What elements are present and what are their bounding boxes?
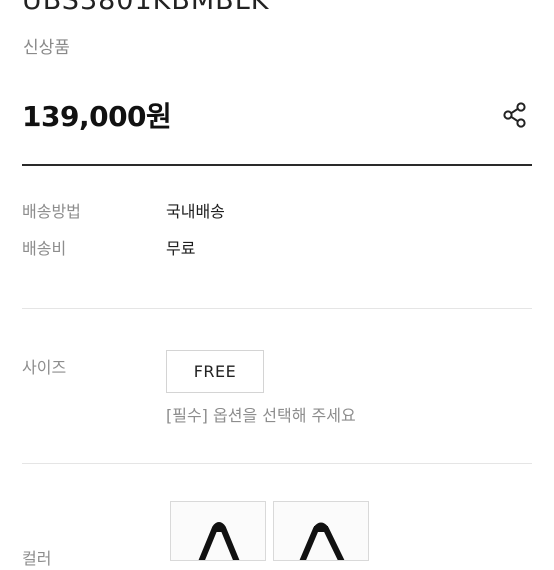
section-divider [22, 463, 532, 464]
shipping-method-value: 국내배송 [166, 202, 225, 221]
price-divider [22, 164, 532, 166]
shipping-fee-label: 배송비 [22, 239, 67, 258]
bag-thumbnail-1[interactable] [170, 501, 266, 561]
new-product-badge: 신상품 [23, 38, 70, 58]
bag-thumbnail-2[interactable] [273, 501, 369, 561]
color-label: 컬러 [22, 549, 52, 568]
share-button[interactable] [500, 100, 530, 130]
size-label: 사이즈 [22, 358, 67, 377]
section-divider [22, 308, 532, 309]
share-icon [503, 102, 526, 128]
size-option-free-button[interactable]: FREE [166, 350, 264, 393]
shipping-fee-value: 무료 [166, 239, 196, 258]
shipping-method-label: 배송방법 [22, 202, 81, 221]
option-required-hint: [필수] 옵션을 선택해 주세요 [166, 406, 356, 425]
product-price: 139,000원 [22, 100, 172, 133]
bag-image [198, 522, 240, 560]
bag-image [299, 522, 345, 560]
product-code: UBS3801KBMBLK [22, 0, 270, 16]
